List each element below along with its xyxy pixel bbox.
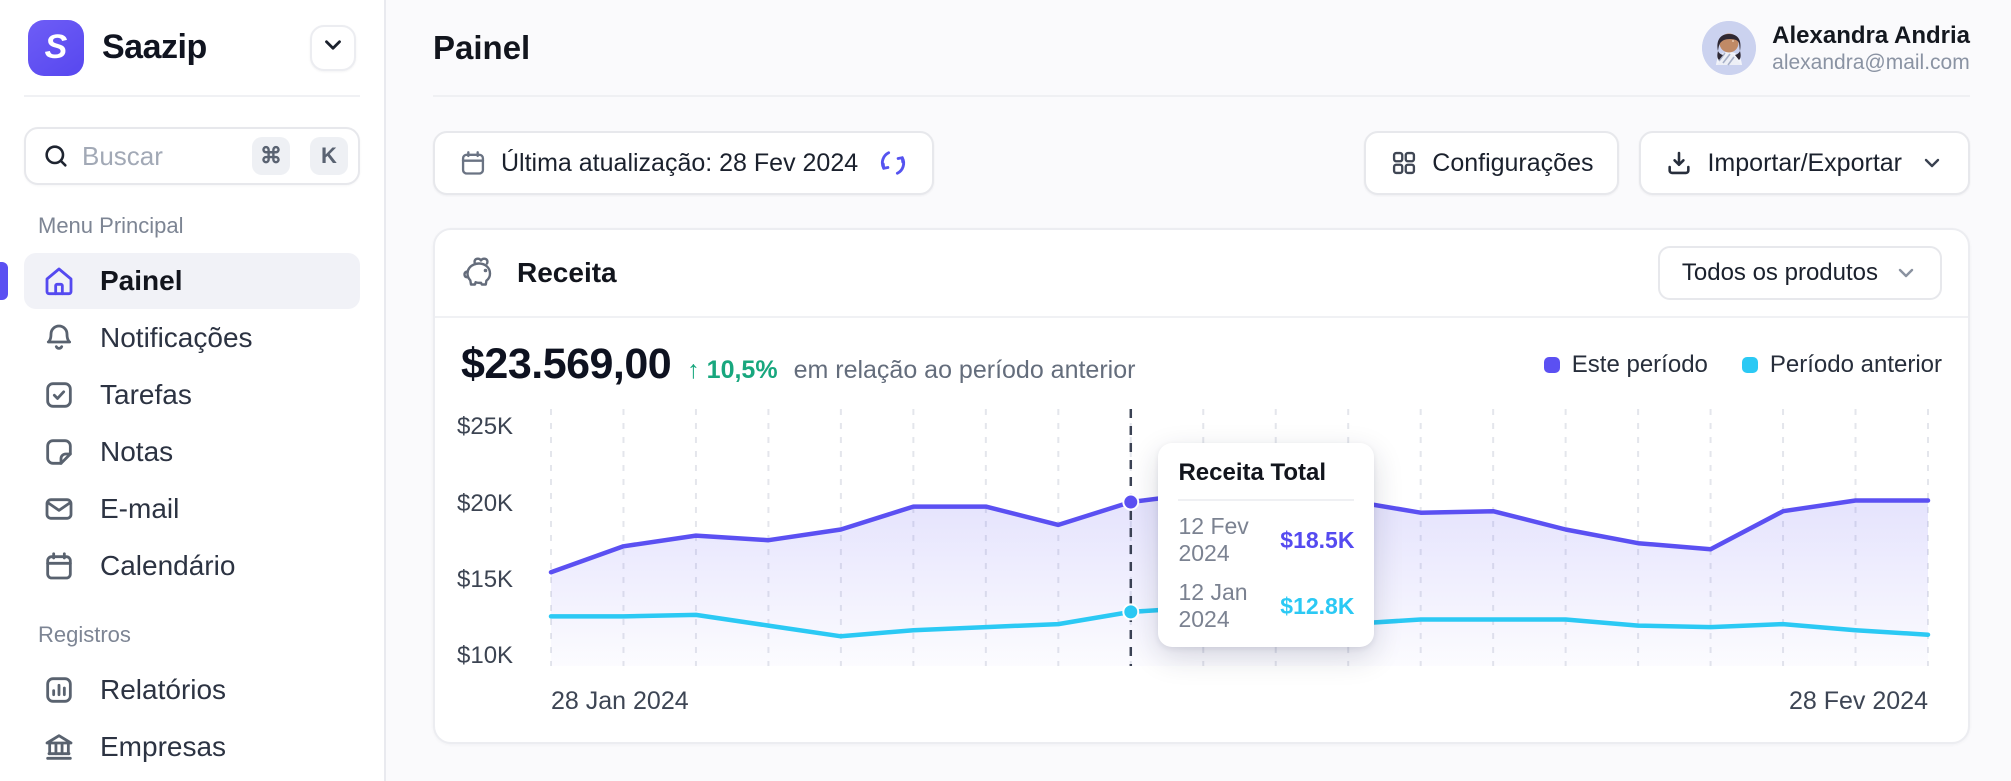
- sidebar-item-email[interactable]: E-mail: [24, 481, 360, 537]
- grid-icon: [1390, 149, 1418, 177]
- user-email: alexandra@mail.com: [1772, 50, 1970, 74]
- chevron-down-icon: [1920, 151, 1944, 175]
- home-icon: [42, 264, 76, 298]
- calendar-icon: [459, 149, 487, 177]
- sidebar-item-label: Relatórios: [100, 674, 227, 705]
- legend-item-previous-period: Período anterior: [1741, 351, 1942, 379]
- y-axis-tick: $20K: [457, 489, 514, 517]
- main-area: Painel Alexandra Andria alexandra@mail.c…: [386, 0, 2011, 781]
- sidebar-item-painel[interactable]: Painel: [0, 253, 360, 309]
- revenue-chart[interactable]: $25K $20K $15K $10K Receita Total 12 Fev 20…: [435, 395, 1968, 742]
- sidebar-item-label: Calendário: [100, 550, 236, 581]
- page-title: Painel: [433, 28, 531, 66]
- piggy-bank-icon: [461, 255, 501, 291]
- revenue-card-header: Receita Todos os produtos: [435, 230, 1968, 318]
- product-filter-dropdown[interactable]: Todos os produtos: [1657, 246, 1942, 300]
- legend-swatch-previous-period: [1741, 356, 1758, 373]
- avatar: [1702, 20, 1757, 75]
- chevron-down-icon: [1894, 261, 1918, 285]
- settings-button[interactable]: Configurações: [1364, 131, 1620, 195]
- user-menu[interactable]: Alexandra Andria alexandra@mail.com: [1702, 20, 1970, 75]
- last-update-label: Última atualização: 28 Fev 2024: [501, 148, 859, 177]
- sidebar-item-calendario[interactable]: Calendário: [24, 538, 360, 594]
- bell-icon: [42, 321, 76, 355]
- sidebar-item-notas[interactable]: Notas: [24, 424, 360, 480]
- bank-icon: [42, 730, 76, 764]
- chevron-down-icon: [320, 32, 346, 63]
- sidebar-item-label: Notificações: [100, 322, 253, 353]
- y-axis-tick: $10K: [457, 642, 514, 670]
- tooltip-title: Receita Total: [1178, 459, 1355, 501]
- revenue-card: Receita Todos os produtos $23.569,00 ↑ 1…: [433, 228, 1970, 744]
- x-axis-end-label: 28 Fev 2024: [1789, 687, 1928, 715]
- tooltip-row: 12 Jan 2024 $12.8K: [1178, 579, 1355, 632]
- legend-swatch-this-period: [1543, 356, 1560, 373]
- last-update-button[interactable]: Última atualização: 28 Fev 2024: [433, 131, 935, 195]
- sidebar-item-label: Painel: [100, 265, 183, 296]
- sidebar-item-tarefas[interactable]: Tarefas: [24, 367, 360, 423]
- sidebar-item-notificacoes[interactable]: Notificações: [24, 310, 360, 366]
- product-filter-label: Todos os produtos: [1681, 259, 1878, 286]
- k-keycap: K: [310, 137, 348, 175]
- envelope-icon: [42, 492, 76, 526]
- brand-logo: S: [28, 19, 84, 76]
- toolbar-actions: Configurações Importar/Exportar: [1364, 131, 1970, 195]
- y-axis-tick: $25K: [457, 413, 514, 441]
- sidebar-collapse-button[interactable]: [310, 24, 356, 71]
- import-export-button[interactable]: Importar/Exportar: [1639, 131, 1970, 195]
- sidebar-section-registros: Registros: [38, 622, 131, 647]
- x-axis-labels: 28 Jan 2024 28 Fev 2024: [551, 687, 1928, 716]
- revenue-delta: ↑ 10,5%: [687, 356, 778, 384]
- sidebar-item-label: E-mail: [100, 493, 180, 524]
- sidebar-item-label: Tarefas: [100, 379, 192, 410]
- calendar-icon: [42, 549, 76, 583]
- y-axis-tick: $15K: [457, 565, 514, 593]
- revenue-total: $23.569,00: [461, 340, 672, 388]
- bar-chart-icon: [42, 673, 76, 707]
- revenue-stats-row: $23.569,00 ↑ 10,5% em relação ao período…: [435, 318, 1968, 395]
- main-header: Painel Alexandra Andria alexandra@mail.c…: [433, 0, 1970, 97]
- sidebar-item-label: Notas: [100, 436, 174, 467]
- toolbar: Última atualização: 28 Fev 2024 Configur…: [433, 131, 1970, 195]
- note-icon: [42, 435, 76, 469]
- sidebar-item-relatorios[interactable]: Relatórios: [24, 662, 360, 718]
- sidebar: S Saazip ⌘ K Menu Principal Painel: [0, 0, 386, 781]
- arrow-up-icon: ↑: [687, 356, 700, 384]
- import-export-label: Importar/Exportar: [1707, 148, 1902, 177]
- revenue-card-title: Receita: [517, 257, 617, 288]
- refresh-icon: [878, 148, 908, 178]
- user-name: Alexandra Andria: [1772, 21, 1970, 49]
- revenue-delta-caption: em relação ao período anterior: [793, 356, 1136, 384]
- legend-item-this-period: Este período: [1543, 351, 1708, 379]
- x-axis-start-label: 28 Jan 2024: [551, 687, 689, 715]
- chart-legend: Este período Período anterior: [1543, 351, 1942, 379]
- chart-tooltip: Receita Total 12 Fev 2024 $18.5K 12 Jan …: [1158, 443, 1375, 647]
- task-check-icon: [42, 378, 76, 412]
- logo-row: S Saazip: [24, 0, 360, 97]
- tooltip-row: 12 Fev 2024 $18.5K: [1178, 513, 1355, 566]
- download-icon: [1665, 149, 1693, 177]
- sidebar-section-menu-principal: Menu Principal: [38, 213, 184, 238]
- search-icon: [42, 142, 70, 170]
- search-input[interactable]: [82, 140, 240, 172]
- search-box[interactable]: ⌘ K: [24, 127, 360, 185]
- sidebar-item-empresas[interactable]: Empresas: [24, 719, 360, 775]
- settings-label: Configurações: [1432, 148, 1594, 177]
- user-info: Alexandra Andria alexandra@mail.com: [1772, 21, 1970, 75]
- sidebar-item-label: Empresas: [100, 731, 227, 762]
- cmd-keycap: ⌘: [252, 137, 290, 175]
- brand-name: Saazip: [102, 28, 207, 66]
- app-window: S Saazip ⌘ K Menu Principal Painel: [0, 0, 2011, 781]
